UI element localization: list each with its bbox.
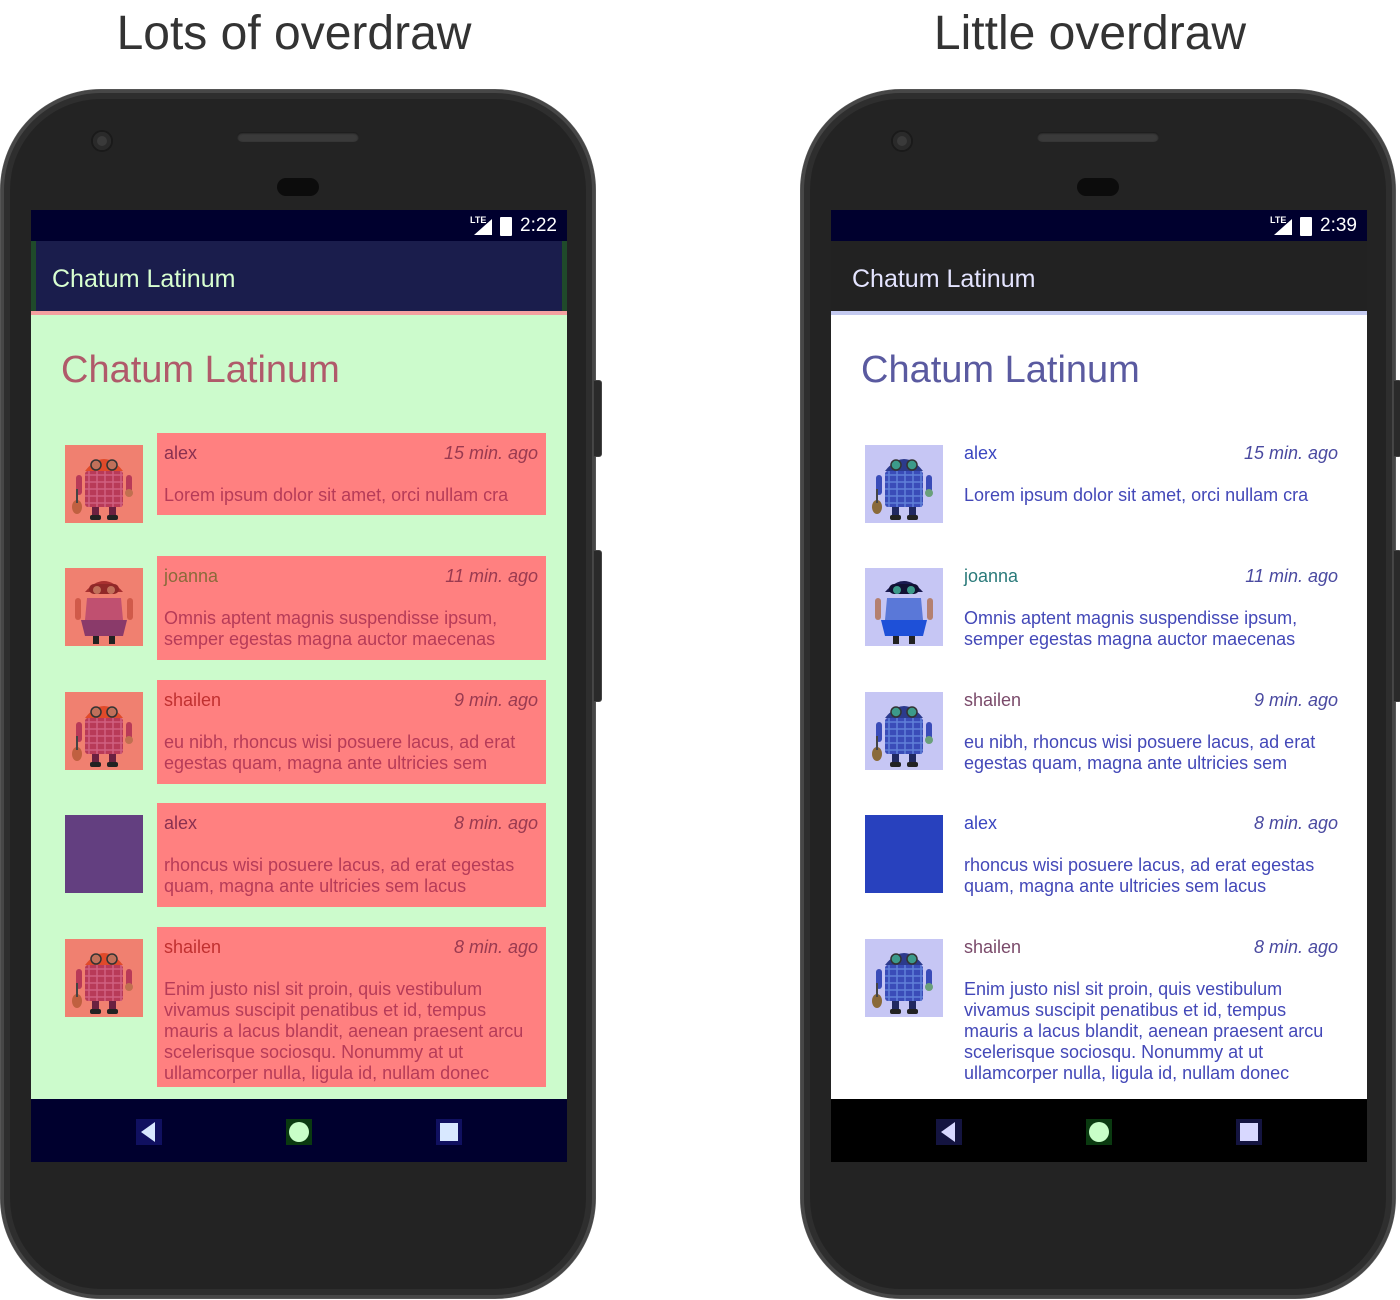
back-icon[interactable] (136, 1119, 162, 1145)
message-text: eu nibh, rhoncus wisi posuere lacus, ad … (164, 732, 516, 773)
home-icon[interactable] (1086, 1119, 1112, 1145)
sender-name: alex (164, 443, 198, 463)
front-camera-icon (93, 132, 111, 150)
sender-name: alex (164, 813, 198, 833)
sender-name: joanna (164, 566, 219, 586)
message-text: Lorem ipsum dolor sit amet, orci nullam … (164, 485, 509, 505)
sender-name: shailen (964, 690, 1022, 710)
right-heading: Little overdraw (933, 7, 1247, 60)
battery-icon (1300, 216, 1313, 236)
chat-list[interactable]: Chatum Latinum alex 15 min. ago Lorem ipsum… (31, 315, 567, 1099)
sender-name: alex (964, 443, 998, 463)
status-time: 2:39 (1320, 215, 1357, 236)
app-bar-title: Chatum Latinum (52, 265, 236, 293)
message-card[interactable]: shailen 8 min. ago Enim justo nisl sit pro… (157, 927, 546, 1087)
status-bar: LTE 2:39 (831, 210, 1367, 241)
status-bar: LTE 2:22 (31, 210, 567, 241)
message-text: Enim justo nisl sit proin, quis vestibul… (164, 979, 524, 1083)
battery-icon (500, 216, 513, 236)
message-card[interactable]: joanna 11 min. ago Omnis aptent magnis sus… (957, 556, 1346, 660)
status-time: 2:22 (520, 215, 557, 236)
page-title: Chatum Latinum (61, 349, 340, 391)
android-plaid-icon (65, 939, 143, 1017)
message-text: Omnis aptent magnis suspendisse ipsum, s… (164, 608, 498, 649)
sender-name: shailen (164, 690, 222, 710)
recents-icon[interactable] (1236, 1119, 1262, 1145)
status-icons: LTE 2:22 (470, 215, 557, 237)
message-card[interactable]: shailen 9 min. ago eu nibh, rhoncus wisi p… (957, 680, 1346, 784)
message-time: 15 min. ago (443, 443, 538, 463)
android-plaid-icon (865, 692, 943, 770)
earpiece-speaker (1037, 132, 1159, 142)
front-camera-icon (893, 132, 911, 150)
chat-list[interactable]: Chatum Latinum alex 15 min. ago Lorem ipsum… (831, 315, 1367, 1099)
lte-signal-icon: LTE (470, 215, 493, 235)
message-time: 15 min. ago (1243, 443, 1338, 463)
proximity-sensor (277, 178, 319, 196)
phone-frame-left: LTE 2:22 Chatum Latinum Chatum Latinum alex 1… (1, 90, 602, 1298)
android-girl-icon (65, 568, 143, 646)
message-text: Enim justo nisl sit proin, quis vestibul… (964, 979, 1324, 1083)
app-bar: Chatum Latinum (31, 241, 567, 315)
power-button[interactable] (593, 380, 602, 457)
message-time: 11 min. ago (1245, 566, 1338, 586)
volume-button[interactable] (1393, 550, 1400, 702)
app-bar-title: Chatum Latinum (852, 265, 1036, 293)
left-heading: Lots of overdraw (116, 7, 472, 60)
message-time: 8 min. ago (453, 937, 538, 957)
message-text: Lorem ipsum dolor sit amet, orci nullam … (964, 485, 1309, 505)
navigation-bar (31, 1099, 567, 1162)
message-text: rhoncus wisi posuere lacus, ad erat eges… (964, 855, 1315, 896)
message-time: 8 min. ago (1253, 937, 1338, 957)
lte-signal-icon: LTE (1270, 215, 1293, 235)
message-text: Omnis aptent magnis suspendisse ipsum, s… (964, 608, 1298, 649)
navigation-bar (831, 1099, 1367, 1162)
android-plaid-icon (865, 445, 943, 523)
home-icon[interactable] (286, 1119, 312, 1145)
message-card[interactable]: shailen 9 min. ago eu nibh, rhoncus wisi p… (157, 680, 546, 784)
screen-right: LTE 2:39 Chatum Latinum Chatum Latinum alex 1… (831, 210, 1367, 1162)
page-title: Chatum Latinum (861, 349, 1140, 391)
message-card[interactable]: joanna 11 min. ago Omnis aptent magnis sus… (157, 556, 546, 660)
status-icons: LTE 2:39 (1270, 215, 1357, 237)
message-card[interactable]: alex 15 min. ago Lorem ipsum dolor sit ame… (957, 433, 1346, 515)
recents-icon[interactable] (436, 1119, 462, 1145)
avatar-placeholder (865, 815, 943, 893)
message-time: 9 min. ago (1253, 690, 1338, 710)
message-card[interactable]: alex 15 min. ago Lorem ipsum dolor sit ame… (157, 433, 546, 515)
volume-button[interactable] (593, 550, 602, 702)
message-time: 11 min. ago (445, 566, 538, 586)
sender-name: joanna (964, 566, 1019, 586)
sender-name: shailen (164, 937, 222, 957)
android-plaid-icon (65, 445, 143, 523)
phone-frame-right: LTE 2:39 Chatum Latinum Chatum Latinum alex 1… (801, 90, 1400, 1298)
android-plaid-icon (865, 939, 943, 1017)
message-time: 8 min. ago (453, 813, 538, 833)
screen-left: LTE 2:22 Chatum Latinum Chatum Latinum alex 1… (31, 210, 567, 1162)
app-bar: Chatum Latinum (831, 241, 1367, 315)
message-card[interactable]: alex 8 min. ago rhoncus wisi posuere lacus… (157, 803, 546, 907)
sender-name: shailen (964, 937, 1022, 957)
avatar-placeholder (65, 815, 143, 893)
earpiece-speaker (237, 132, 359, 142)
proximity-sensor (1077, 178, 1119, 196)
message-text: eu nibh, rhoncus wisi posuere lacus, ad … (964, 732, 1316, 773)
android-plaid-icon (65, 692, 143, 770)
back-icon[interactable] (936, 1119, 962, 1145)
power-button[interactable] (1393, 380, 1400, 457)
sender-name: alex (964, 813, 998, 833)
message-text: rhoncus wisi posuere lacus, ad erat eges… (164, 855, 515, 896)
android-girl-icon (865, 568, 943, 646)
message-time: 8 min. ago (1253, 813, 1338, 833)
message-time: 9 min. ago (453, 690, 538, 710)
message-card[interactable]: shailen 8 min. ago Enim justo nisl sit pro… (957, 927, 1346, 1087)
message-card[interactable]: alex 8 min. ago rhoncus wisi posuere lacus… (957, 803, 1346, 907)
